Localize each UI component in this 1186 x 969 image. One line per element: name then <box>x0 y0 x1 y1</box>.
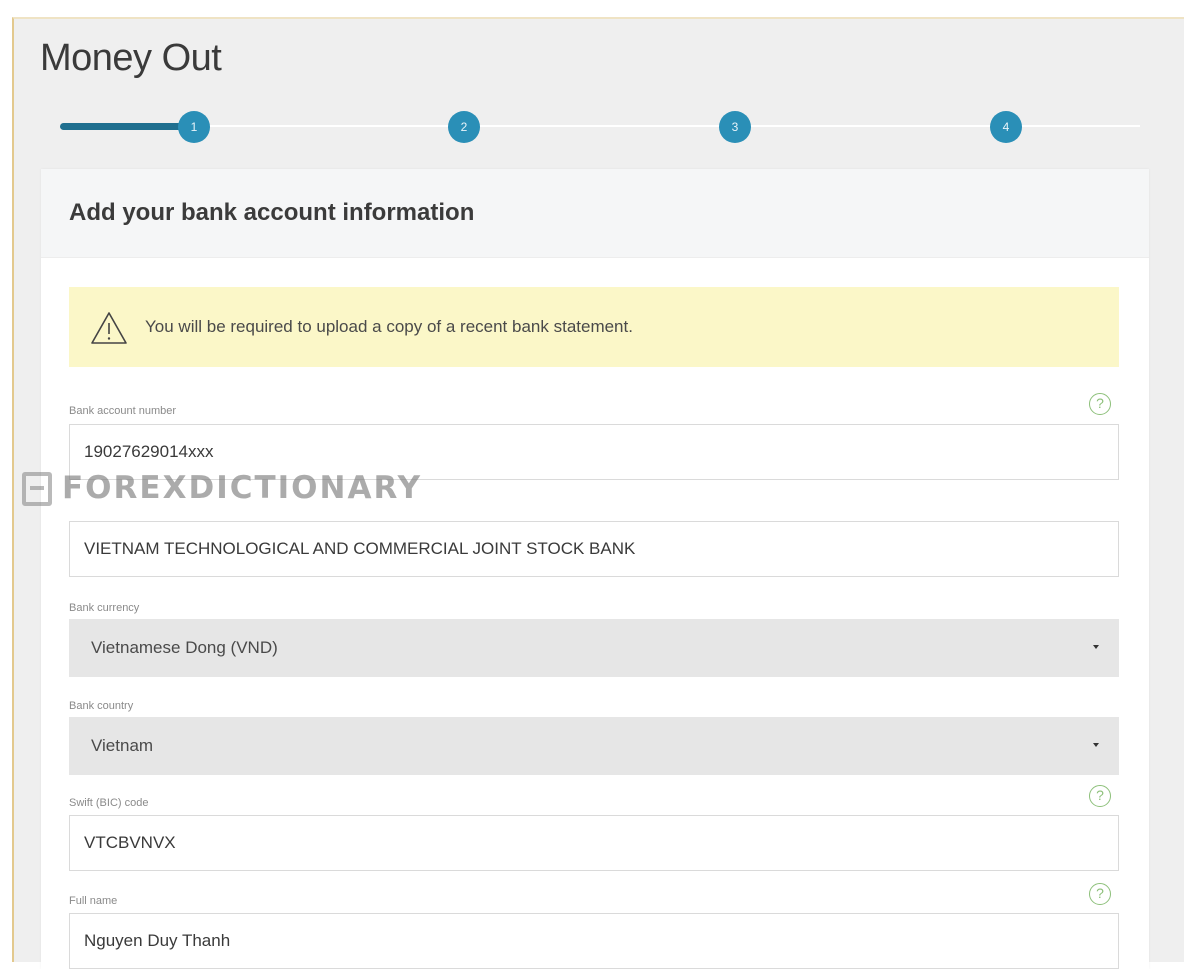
page-title: Money Out <box>40 37 222 79</box>
bank-name-input[interactable]: VIETNAM TECHNOLOGICAL AND COMMERCIAL JOI… <box>69 521 1119 577</box>
swift-help-icon[interactable]: ? <box>1089 785 1111 807</box>
chevron-down-icon <box>1093 645 1099 649</box>
swift-input[interactable]: VTCBVNVX <box>69 815 1119 871</box>
account-number-value: 19027629014xxx <box>84 442 214 461</box>
country-label: Bank country <box>69 700 134 712</box>
progress-stepper: 1 2 3 4 <box>60 109 1140 145</box>
step-3[interactable]: 3 <box>719 111 751 143</box>
account-number-label: Bank account number <box>69 405 177 417</box>
bank-account-form-card: Add your bank account information You wi… <box>41 169 1149 969</box>
swift-value: VTCBVNVX <box>84 833 176 852</box>
card-header: Add your bank account information <box>41 169 1149 258</box>
bank-statement-alert: You will be required to upload a copy of… <box>69 287 1119 367</box>
country-value: Vietnam <box>91 736 154 755</box>
step-2[interactable]: 2 <box>448 111 480 143</box>
full-name-input[interactable]: Nguyen Duy Thanh <box>69 913 1119 969</box>
card-title: Add your bank account information <box>69 199 475 226</box>
full-name-help-icon[interactable]: ? <box>1089 883 1111 905</box>
bank-name-value: VIETNAM TECHNOLOGICAL AND COMMERCIAL JOI… <box>84 539 636 558</box>
country-select[interactable]: Vietnam <box>69 717 1119 775</box>
currency-value: Vietnamese Dong (VND) <box>91 638 278 657</box>
full-name-label: Full name <box>69 895 118 907</box>
step-4[interactable]: 4 <box>990 111 1022 143</box>
watermark-logo-icon <box>22 472 52 506</box>
stepper-track <box>60 125 1140 127</box>
full-name-value: Nguyen Duy Thanh <box>84 931 231 950</box>
alert-message: You will be required to upload a copy of… <box>145 317 633 336</box>
step-1[interactable]: 1 <box>178 111 210 143</box>
watermark-text: FOREXDICTIONARY <box>62 470 423 506</box>
warning-triangle-icon <box>91 312 127 344</box>
chevron-down-icon <box>1093 743 1099 747</box>
currency-label: Bank currency <box>69 602 140 614</box>
swift-label: Swift (BIC) code <box>69 797 149 809</box>
currency-select[interactable]: Vietnamese Dong (VND) <box>69 619 1119 677</box>
account-number-help-icon[interactable]: ? <box>1089 393 1111 415</box>
